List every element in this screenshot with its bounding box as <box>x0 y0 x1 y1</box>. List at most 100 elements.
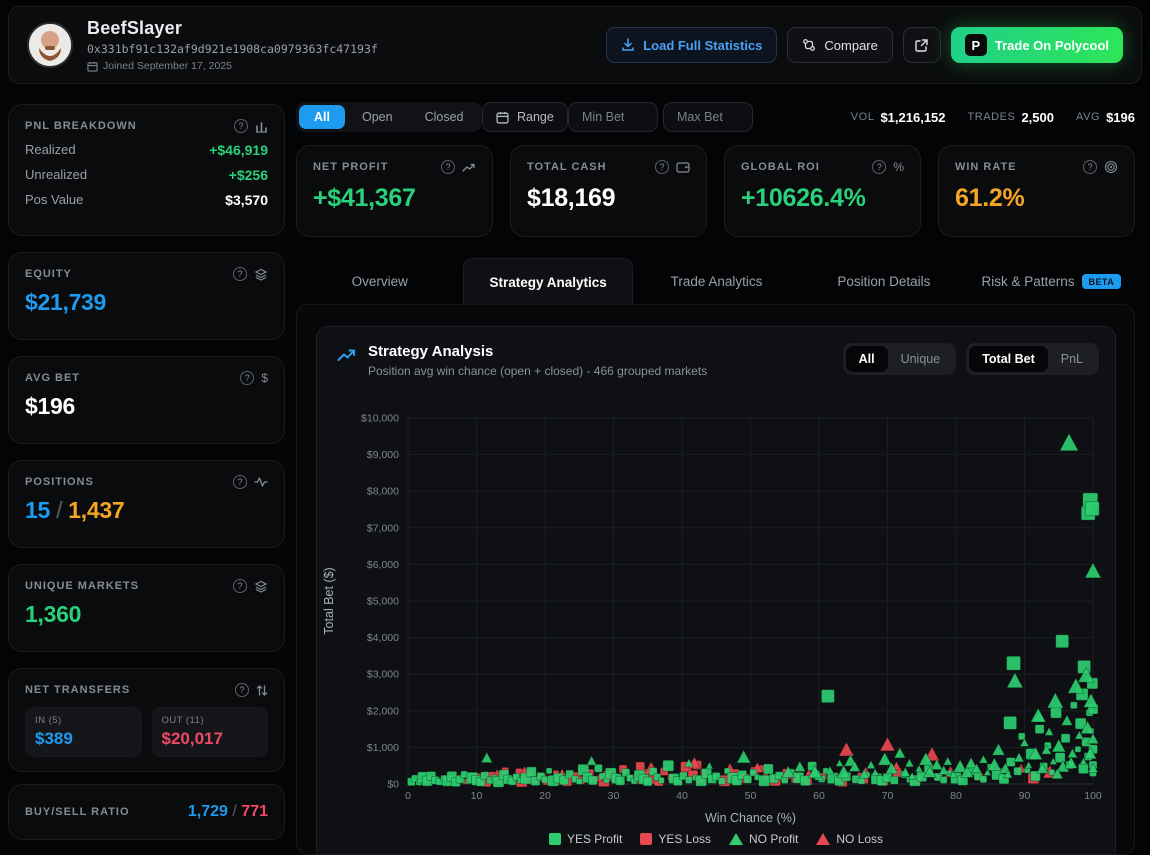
data-point[interactable] <box>576 778 582 784</box>
scatter-plot[interactable]: $0$1,000$2,000$3,000$4,000$5,000$6,000$7… <box>317 399 1117 829</box>
help-icon[interactable]: ? <box>655 160 669 174</box>
toggle-total-bet[interactable]: Total Bet <box>969 346 1048 372</box>
data-point[interactable] <box>1031 708 1046 722</box>
data-point[interactable] <box>1061 715 1072 725</box>
tab-risk-patterns[interactable]: Risk & Patterns BETA <box>968 258 1135 305</box>
volume-stats: VOL$1,216,152 TRADES2,500 AVG$196 <box>851 102 1135 132</box>
data-point[interactable] <box>658 777 664 783</box>
data-point[interactable] <box>1078 764 1088 774</box>
transfers-in-box: IN (5) $389 <box>25 707 142 757</box>
data-point[interactable] <box>546 768 552 774</box>
data-point[interactable] <box>880 737 895 751</box>
help-icon[interactable]: ? <box>233 267 247 281</box>
data-point[interactable] <box>821 690 834 703</box>
data-point[interactable] <box>836 759 843 766</box>
data-point[interactable] <box>943 757 952 765</box>
data-point[interactable] <box>636 762 645 771</box>
data-point[interactable] <box>894 748 905 758</box>
data-point[interactable] <box>1025 761 1032 768</box>
data-point[interactable] <box>871 769 878 776</box>
data-point[interactable] <box>1061 734 1070 743</box>
data-point[interactable] <box>737 750 751 763</box>
data-point[interactable] <box>616 776 625 785</box>
data-point[interactable] <box>878 752 892 765</box>
x-axis-label: Win Chance (%) <box>705 811 796 825</box>
target-icon <box>1104 160 1118 174</box>
positions-value: 15 / 1,437 <box>25 497 268 524</box>
data-point[interactable] <box>837 765 851 778</box>
help-icon[interactable]: ? <box>234 119 248 133</box>
external-link-button[interactable] <box>903 27 941 63</box>
tab-position-details[interactable]: Position Details <box>800 258 967 305</box>
data-point[interactable] <box>1004 716 1017 729</box>
filter-closed[interactable]: Closed <box>410 105 479 129</box>
help-icon[interactable]: ? <box>441 160 455 174</box>
wallet-address[interactable]: 0x331bf91c132af9d921e1908ca0979363fc4719… <box>87 42 606 56</box>
tab-strategy-analytics[interactable]: Strategy Analytics <box>463 258 632 305</box>
data-point[interactable] <box>588 776 597 785</box>
compare-button[interactable]: Compare <box>787 27 892 63</box>
data-point[interactable] <box>1007 656 1021 670</box>
data-point[interactable] <box>706 762 713 769</box>
x-tick-label: 90 <box>1019 790 1031 802</box>
avg-bet-value: $196 <box>25 393 268 420</box>
transfers-out-box: OUT (11) $20,017 <box>152 707 269 757</box>
data-point[interactable] <box>1056 635 1069 648</box>
toggle-unique[interactable]: Unique <box>888 346 954 372</box>
data-point[interactable] <box>1014 767 1022 775</box>
data-point[interactable] <box>1051 707 1062 718</box>
help-icon[interactable]: ? <box>233 475 247 489</box>
data-point[interactable] <box>763 764 773 774</box>
data-point[interactable] <box>979 755 988 763</box>
net-profit-value: +$41,367 <box>313 184 476 213</box>
data-point[interactable] <box>759 775 770 786</box>
data-point[interactable] <box>1045 727 1054 735</box>
data-point[interactable] <box>718 778 725 785</box>
data-point[interactable] <box>1035 725 1044 734</box>
data-point[interactable] <box>867 761 876 769</box>
data-point[interactable] <box>663 760 674 771</box>
data-point[interactable] <box>1060 433 1079 450</box>
range-button[interactable]: Range <box>482 102 568 132</box>
data-point[interactable] <box>1085 502 1099 516</box>
data-point[interactable] <box>1014 753 1024 762</box>
calendar-icon <box>87 61 98 72</box>
help-icon[interactable]: ? <box>1083 160 1097 174</box>
data-point[interactable] <box>685 776 692 783</box>
toggle-all[interactable]: All <box>846 346 888 372</box>
data-point[interactable] <box>1085 563 1101 578</box>
trade-on-polycool-button[interactable]: P Trade On Polycool <box>951 27 1123 63</box>
data-point[interactable] <box>1070 702 1077 709</box>
avatar[interactable] <box>27 22 73 68</box>
data-point[interactable] <box>980 776 987 783</box>
data-point[interactable] <box>940 776 947 783</box>
data-point[interactable] <box>905 759 914 767</box>
data-point[interactable] <box>890 776 898 784</box>
help-icon[interactable]: ? <box>240 371 254 385</box>
help-icon[interactable]: ? <box>872 160 886 174</box>
trend-up-icon <box>337 347 357 363</box>
data-point[interactable] <box>839 742 854 756</box>
max-bet-input[interactable] <box>677 110 739 124</box>
tab-overview[interactable]: Overview <box>296 258 463 305</box>
data-point[interactable] <box>1047 693 1063 708</box>
load-full-statistics-label: Load Full Statistics <box>643 38 762 53</box>
data-point[interactable] <box>1007 673 1023 688</box>
filter-open[interactable]: Open <box>347 105 408 129</box>
bar-chart-icon <box>255 120 268 133</box>
data-point[interactable] <box>587 756 597 765</box>
help-icon[interactable]: ? <box>233 579 247 593</box>
toggle-pnl[interactable]: PnL <box>1048 346 1096 372</box>
data-point[interactable] <box>526 767 536 777</box>
data-point[interactable] <box>915 765 922 772</box>
data-point[interactable] <box>1075 746 1081 752</box>
load-full-statistics-button[interactable]: Load Full Statistics <box>606 27 777 63</box>
data-point[interactable] <box>481 752 492 762</box>
data-point[interactable] <box>794 761 805 771</box>
min-bet-input[interactable] <box>582 110 644 124</box>
filter-all[interactable]: All <box>299 105 345 129</box>
tab-trade-analytics[interactable]: Trade Analytics <box>633 258 800 305</box>
data-point[interactable] <box>992 744 1004 756</box>
help-icon[interactable]: ? <box>235 683 249 697</box>
data-point[interactable] <box>643 777 652 786</box>
